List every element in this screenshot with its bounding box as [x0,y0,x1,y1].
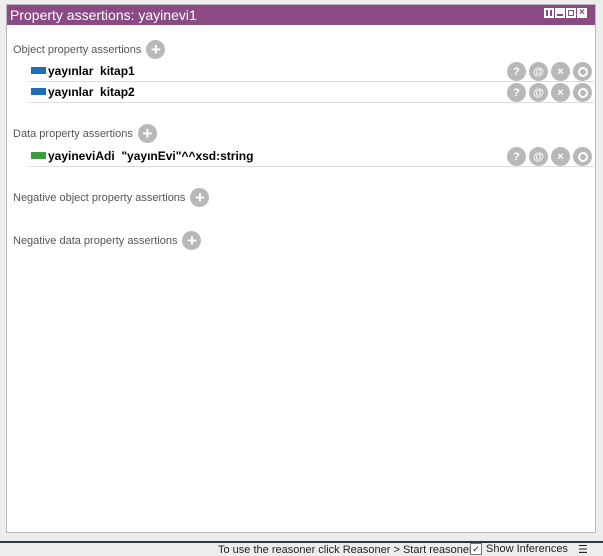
assertion-text: yayınlar kitap2 [48,85,135,99]
object-property-icon [31,67,46,74]
row-actions: ? @ × [507,62,592,81]
property-assertions-panel: Property assertions: yayinevi1 × Object … [6,4,596,533]
close-icon: × [557,150,564,163]
add-object-property-assertion-button[interactable]: + [146,40,166,59]
edit-button[interactable] [573,147,592,166]
close-icon: × [557,86,564,99]
explain-button[interactable]: ? [507,83,526,102]
maximize-button[interactable] [566,8,576,18]
add-data-property-assertion-button[interactable]: + [137,124,157,143]
section-label: Data property assertions [13,127,133,140]
at-icon: @ [533,65,544,78]
question-icon: ? [513,86,520,99]
at-icon: @ [533,150,544,163]
add-negative-object-property-assertion-button[interactable]: + [190,188,210,207]
edit-button[interactable] [573,83,592,102]
status-bar: To use the reasoner click Reasoner > Sta… [0,536,603,556]
question-icon: ? [513,65,520,78]
show-inferences-toggle[interactable]: ✓ Show Inferences [470,543,568,555]
show-inferences-checkbox[interactable]: ✓ [470,543,482,555]
plus-icon: + [142,124,153,143]
at-icon: @ [533,86,544,99]
delete-button[interactable]: × [551,147,570,166]
annotate-button[interactable]: @ [529,62,548,81]
explain-button[interactable]: ? [507,147,526,166]
question-icon: ? [513,150,520,163]
section-label: Negative data property assertions [13,234,178,247]
edit-button[interactable] [573,62,592,81]
negative-data-property-assertions-header: Negative data property assertions + [13,231,202,250]
plus-icon: + [150,40,161,59]
plus-icon: + [187,231,197,250]
menu-icon[interactable]: ☰ [578,543,588,556]
panel-title-bar: Property assertions: yayinevi1 × [7,5,595,25]
row-actions: ? @ × [507,147,592,166]
circle-icon [577,151,588,162]
section-label: Object property assertions [13,43,142,56]
circle-icon [577,87,588,98]
row-actions: ? @ × [507,83,592,102]
annotate-button[interactable]: @ [529,83,548,102]
close-view-button[interactable]: × [577,8,587,18]
negative-object-property-assertions-header: Negative object property assertions + [13,188,210,207]
annotate-button[interactable]: @ [529,147,548,166]
minimize-button[interactable] [555,8,565,18]
circle-icon [577,66,588,77]
delete-button[interactable]: × [551,62,570,81]
assertion-text: yayineviAdi "yayınEvi"^^xsd:string [48,149,254,163]
list-item[interactable]: yayineviAdi "yayınEvi"^^xsd:string ? @ × [29,147,594,167]
window-controls: × [544,8,587,21]
close-icon: × [557,65,564,78]
show-inferences-label: Show Inferences [486,543,568,555]
plus-icon: + [194,188,205,207]
object-property-assertions-header: Object property assertions + [13,40,166,59]
data-property-icon [31,152,46,159]
delete-button[interactable]: × [551,83,570,102]
object-property-icon [31,88,46,95]
panel-title: Property assertions: yayinevi1 [10,7,197,23]
section-label: Negative object property assertions [13,191,186,204]
split-view-button[interactable] [544,8,554,18]
list-item[interactable]: yayınlar kitap1 ? @ × [29,62,594,82]
list-item[interactable]: yayınlar kitap2 ? @ × [29,83,594,103]
data-property-assertions-header: Data property assertions + [13,124,157,143]
add-negative-data-property-assertion-button[interactable]: + [182,231,202,250]
reasoner-status: To use the reasoner click Reasoner > Sta… [218,544,473,556]
assertion-text: yayınlar kitap1 [48,64,135,78]
explain-button[interactable]: ? [507,62,526,81]
